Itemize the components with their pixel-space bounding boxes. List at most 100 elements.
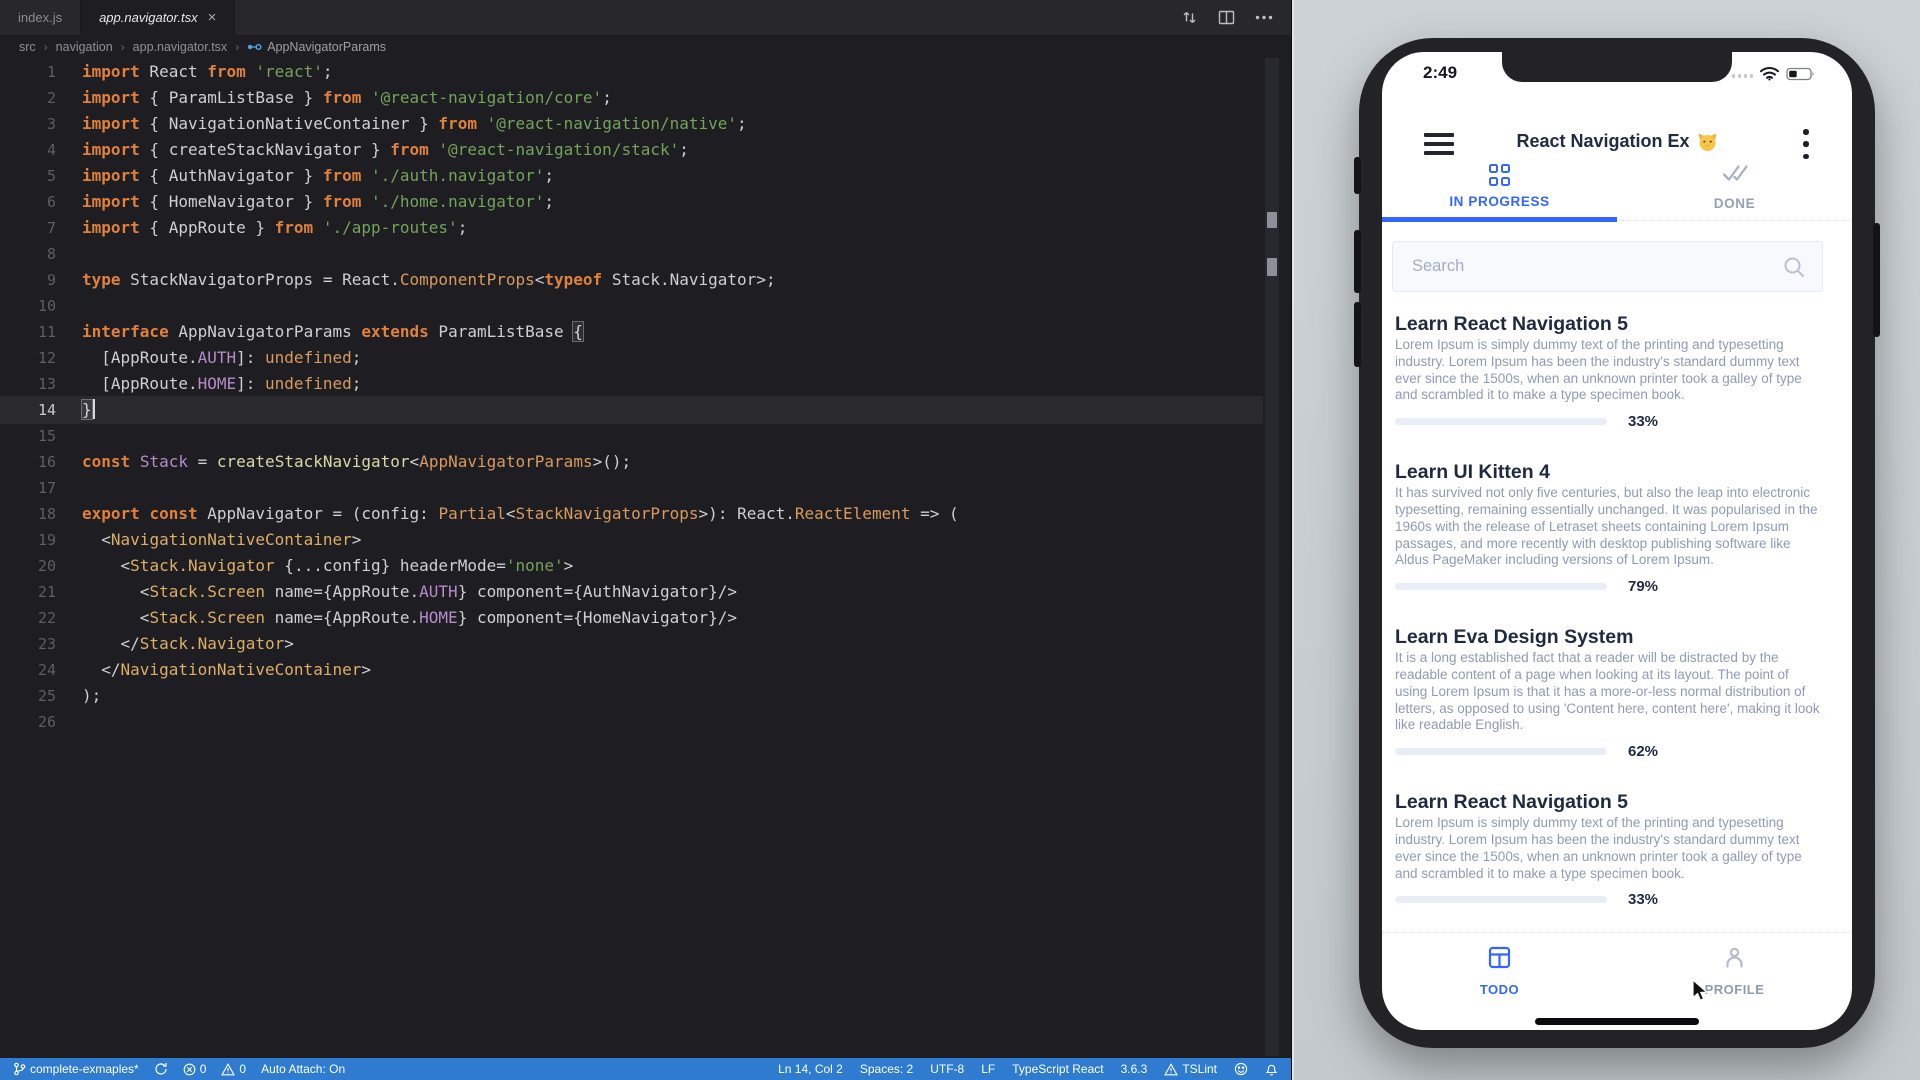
phone-mockup: 2:49 React Navigation Ex — [1359, 38, 1875, 1048]
progress-track — [1395, 748, 1607, 755]
indentation[interactable]: Spaces: 2 — [860, 1062, 913, 1076]
line-number: 24 — [0, 657, 56, 683]
git-branch-icon — [13, 1062, 26, 1076]
git-branch-status[interactable]: complete-exmaples* — [13, 1062, 139, 1076]
code-text: import { ParamListBase } from '@react-na… — [82, 85, 612, 111]
tab-done[interactable]: DONE — [1617, 164, 1852, 220]
language-mode[interactable]: TypeScript React — [1012, 1062, 1103, 1076]
code-text: import { NavigationNativeContainer } fro… — [82, 111, 747, 137]
code-line-16[interactable]: 16const Stack = createStackNavigator<App… — [0, 449, 1263, 475]
todo-card[interactable]: Learn React Navigation 5 Lorem Ipsum is … — [1395, 313, 1839, 425]
code-line-7[interactable]: 7import { AppRoute } from './app-routes'… — [0, 215, 1263, 241]
double-check-icon — [1722, 164, 1748, 188]
line-number: 1 — [0, 59, 56, 85]
line-number: 23 — [0, 631, 56, 657]
cat-face-emoji — [1697, 132, 1718, 152]
code-text: </NavigationNativeContainer> — [82, 657, 371, 683]
wifi-icon — [1759, 66, 1780, 86]
vscode-status-bar: complete-exmaples* 0 0 Auto Attach: On — [0, 1058, 1291, 1080]
code-line-5[interactable]: 5import { AuthNavigator } from './auth.n… — [0, 163, 1263, 189]
breadcrumb: src › navigation › app.navigator.tsx › A… — [0, 35, 1291, 59]
todo-description: It has survived not only five centuries,… — [1395, 485, 1822, 569]
code-line-17[interactable]: 17 — [0, 475, 1263, 501]
code-line-13[interactable]: 13 [AppRoute.HOME]: undefined; — [0, 371, 1263, 397]
typescript-version[interactable]: 3.6.3 — [1121, 1062, 1148, 1076]
line-number: 20 — [0, 553, 56, 579]
progress-percent: 33% — [1628, 413, 1658, 430]
breadcrumb-file[interactable]: app.navigator.tsx — [133, 40, 228, 54]
search-icon[interactable] — [1782, 255, 1807, 285]
code-line-14[interactable]: 14} — [0, 397, 1263, 423]
code-line-8[interactable]: 8 — [0, 241, 1263, 267]
code-line-25[interactable]: 25); — [0, 683, 1263, 709]
line-number: 6 — [0, 189, 56, 215]
sync-button[interactable] — [154, 1062, 168, 1076]
code-editor[interactable]: 1import React from 'react';2import { Par… — [0, 59, 1263, 735]
overview-ruler[interactable] — [1265, 58, 1279, 1056]
breadcrumb-symbol[interactable]: AppNavigatorParams — [247, 40, 386, 54]
todo-card[interactable]: Learn Eva Design System It is a long est… — [1395, 626, 1839, 755]
code-text: <Stack.Navigator {...config} headerMode=… — [82, 553, 573, 579]
app-header: React Navigation Ex — [1382, 124, 1852, 164]
split-editor-icon[interactable] — [1218, 10, 1235, 25]
encoding[interactable]: UTF-8 — [930, 1062, 964, 1076]
tab-app-navigator-tsx[interactable]: app.navigator.tsx × — [81, 0, 235, 35]
code-text: interface AppNavigatorParams extends Par… — [82, 319, 583, 345]
breadcrumb-separator: › — [235, 40, 239, 54]
code-line-18[interactable]: 18export const AppNavigator = (config: P… — [0, 501, 1263, 527]
grid-icon — [1489, 164, 1511, 186]
code-text: type StackNavigatorProps = React.Compone… — [82, 267, 776, 293]
code-line-22[interactable]: 22 <Stack.Screen name={AppRoute.HOME} co… — [0, 605, 1263, 631]
code-line-23[interactable]: 23 </Stack.Navigator> — [0, 631, 1263, 657]
code-line-26[interactable]: 26 — [0, 709, 1263, 735]
breadcrumb-src[interactable]: src — [19, 40, 36, 54]
kebab-menu-icon[interactable] — [1803, 129, 1809, 159]
todo-progress: 33% — [1395, 417, 1839, 425]
search-input[interactable] — [1393, 242, 1822, 291]
active-tab-indicator — [1382, 217, 1617, 222]
line-number: 7 — [0, 215, 56, 241]
bottom-tab-profile[interactable]: PROFILE — [1617, 933, 1852, 1030]
code-line-9[interactable]: 9type StackNavigatorProps = React.Compon… — [0, 267, 1263, 293]
tab-index-js[interactable]: index.js — [0, 0, 81, 35]
line-number: 8 — [0, 241, 56, 267]
compare-changes-icon[interactable] — [1181, 9, 1198, 26]
code-line-21[interactable]: 21 <Stack.Screen name={AppRoute.AUTH} co… — [0, 579, 1263, 605]
code-line-4[interactable]: 4import { createStackNavigator } from '@… — [0, 137, 1263, 163]
line-number: 21 — [0, 579, 56, 605]
cursor-position[interactable]: Ln 14, Col 2 — [778, 1062, 843, 1076]
code-line-19[interactable]: 19 <NavigationNativeContainer> — [0, 527, 1263, 553]
line-number: 12 — [0, 345, 56, 371]
code-line-6[interactable]: 6import { HomeNavigator } from './home.n… — [0, 189, 1263, 215]
tab-in-progress[interactable]: IN PROGRESS — [1382, 164, 1617, 220]
todo-card[interactable]: Learn UI Kitten 4 It has survived not on… — [1395, 461, 1839, 590]
todo-card[interactable]: Learn React Navigation 5 Lorem Ipsum is … — [1395, 791, 1839, 903]
todo-title: Learn Eva Design System — [1395, 626, 1839, 649]
code-line-11[interactable]: 11 interface AppNavigatorParams extends P… — [0, 319, 1263, 345]
todo-title: Learn React Navigation 5 — [1395, 791, 1839, 814]
code-line-15[interactable]: 15 — [0, 423, 1263, 449]
notifications-bell-icon[interactable] — [1265, 1062, 1278, 1076]
auto-attach-status[interactable]: Auto Attach: On — [261, 1062, 345, 1076]
line-number: 11 — [0, 319, 56, 345]
code-line-2[interactable]: 2import { ParamListBase } from '@react-n… — [0, 85, 1263, 111]
code-line-3[interactable]: 3import { NavigationNativeContainer } fr… — [0, 111, 1263, 137]
problems-errors[interactable]: 0 — [183, 1062, 207, 1076]
code-text: } — [82, 397, 95, 423]
todo-description: It is a long established fact that a rea… — [1395, 650, 1822, 734]
bottom-tab-todo[interactable]: TODO — [1382, 933, 1617, 1030]
breadcrumb-navigation[interactable]: navigation — [56, 40, 113, 54]
code-line-20[interactable]: 20 <Stack.Navigator {...config} headerMo… — [0, 553, 1263, 579]
code-line-12[interactable]: 12 [AppRoute.AUTH]: undefined; — [0, 345, 1263, 371]
eol-sequence[interactable]: LF — [981, 1062, 995, 1076]
code-line-10[interactable]: 10 — [0, 293, 1263, 319]
more-actions-icon[interactable] — [1255, 15, 1273, 20]
line-number: 4 — [0, 137, 56, 163]
battery-icon — [1786, 67, 1815, 86]
code-line-1[interactable]: 1import React from 'react'; — [0, 59, 1263, 85]
close-icon[interactable]: × — [208, 10, 217, 25]
code-line-24[interactable]: 24 </NavigationNativeContainer> — [0, 657, 1263, 683]
problems-warnings[interactable]: 0 — [221, 1062, 246, 1076]
tslint-status[interactable]: TSLint — [1164, 1062, 1217, 1076]
feedback-smiley-icon[interactable] — [1234, 1062, 1248, 1076]
